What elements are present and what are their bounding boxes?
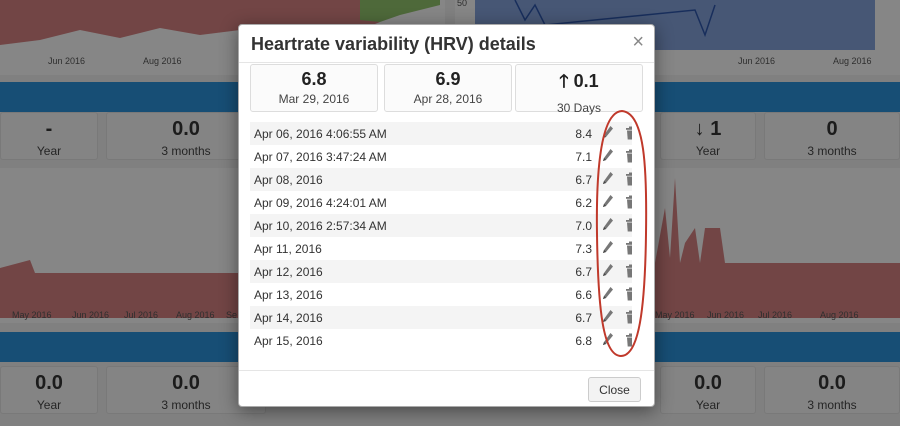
hrv-entry-row: Apr 13, 2016 6.6 — [250, 283, 632, 306]
pencil-icon[interactable] — [602, 332, 614, 348]
pencil-icon[interactable] — [602, 263, 614, 279]
entry-date: Apr 13, 2016 — [254, 288, 323, 302]
trash-icon[interactable] — [625, 240, 632, 256]
pencil-icon[interactable] — [602, 309, 614, 325]
close-icon[interactable]: × — [632, 32, 644, 52]
trash-icon[interactable] — [625, 332, 632, 348]
trash-icon[interactable] — [625, 171, 632, 187]
entry-value: 6.8 — [575, 334, 592, 348]
entry-value: 7.3 — [575, 242, 592, 256]
trash-icon[interactable] — [625, 286, 632, 302]
entry-value: 8.4 — [575, 127, 592, 141]
entry-value: 7.1 — [575, 150, 592, 164]
hrv-entry-row: Apr 10, 2016 2:57:34 AM 7.0 — [250, 214, 632, 237]
summary-label: Mar 29, 2016 — [278, 92, 350, 106]
entry-date: Apr 07, 2016 3:47:24 AM — [254, 150, 387, 164]
modal-title: Heartrate variability (HRV) details — [251, 34, 536, 54]
entry-value: 7.0 — [575, 219, 592, 233]
pencil-icon[interactable] — [602, 286, 614, 302]
hrv-entry-row: Apr 08, 2016 6.7 — [250, 168, 632, 191]
trash-icon[interactable] — [625, 125, 632, 141]
entry-date: Apr 08, 2016 — [254, 173, 323, 187]
trash-icon[interactable] — [625, 263, 632, 279]
entry-value: 6.7 — [575, 173, 592, 187]
hrv-entry-row: Apr 06, 2016 4:06:55 AM 8.4 — [250, 122, 632, 145]
entry-date: Apr 14, 2016 — [254, 311, 323, 325]
entry-date: Apr 12, 2016 — [254, 265, 323, 279]
trash-icon[interactable] — [625, 194, 632, 210]
entry-date: Apr 09, 2016 4:24:01 AM — [254, 196, 387, 210]
hrv-details-modal: Heartrate variability (HRV) details × 6.… — [238, 24, 655, 407]
hrv-entry-list[interactable]: Apr 06, 2016 4:06:55 AM 8.4 Apr 07, 2016… — [250, 122, 632, 374]
hrv-entry-row: Apr 09, 2016 4:24:01 AM 6.2 — [250, 191, 632, 214]
summary-row: 6.8 Mar 29, 2016 6.9 Apr 28, 2016 🡑 0.1 … — [250, 63, 643, 115]
summary-value: 🡑 0.1 — [559, 71, 599, 91]
pencil-icon[interactable] — [602, 240, 614, 256]
summary-box: 🡑 0.1 30 Days — [515, 64, 643, 115]
pencil-icon[interactable] — [602, 148, 614, 164]
hrv-entry-row: Apr 15, 2016 6.8 — [250, 329, 632, 352]
trash-icon[interactable] — [625, 217, 632, 233]
pencil-icon[interactable] — [602, 171, 614, 187]
hrv-entry-row: Apr 12, 2016 6.7 — [250, 260, 632, 283]
pencil-icon[interactable] — [602, 194, 614, 210]
entry-date: Apr 11, 2016 — [254, 242, 322, 256]
modal-header: Heartrate variability (HRV) details × — [239, 25, 654, 63]
hrv-entry-row: Apr 07, 2016 3:47:24 AM 7.1 — [250, 145, 632, 168]
pencil-icon[interactable] — [602, 125, 614, 141]
close-button[interactable]: Close — [588, 377, 641, 402]
entry-date: Apr 15, 2016 — [254, 334, 323, 348]
entry-date: Apr 06, 2016 4:06:55 AM — [254, 127, 387, 141]
summary-value: 6.8 — [301, 69, 327, 89]
summary-box: 6.9 Apr 28, 2016 — [384, 64, 512, 112]
summary-label: Apr 28, 2016 — [413, 92, 483, 106]
summary-label: 30 Days — [556, 101, 602, 115]
entry-value: 6.2 — [575, 196, 592, 210]
trash-icon[interactable] — [625, 148, 632, 164]
modal-footer: Close — [239, 370, 654, 406]
hrv-entry-row: Apr 11, 2016 7.3 — [250, 237, 632, 260]
summary-box: 6.8 Mar 29, 2016 — [250, 64, 378, 112]
trash-icon[interactable] — [625, 309, 632, 325]
hrv-entry-row: Apr 14, 2016 6.7 — [250, 306, 632, 329]
pencil-icon[interactable] — [602, 217, 614, 233]
entry-value: 6.7 — [575, 265, 592, 279]
summary-value: 6.9 — [435, 69, 461, 89]
entry-date: Apr 10, 2016 2:57:34 AM — [254, 219, 387, 233]
entry-value: 6.6 — [575, 288, 592, 302]
entry-value: 6.7 — [575, 311, 592, 325]
